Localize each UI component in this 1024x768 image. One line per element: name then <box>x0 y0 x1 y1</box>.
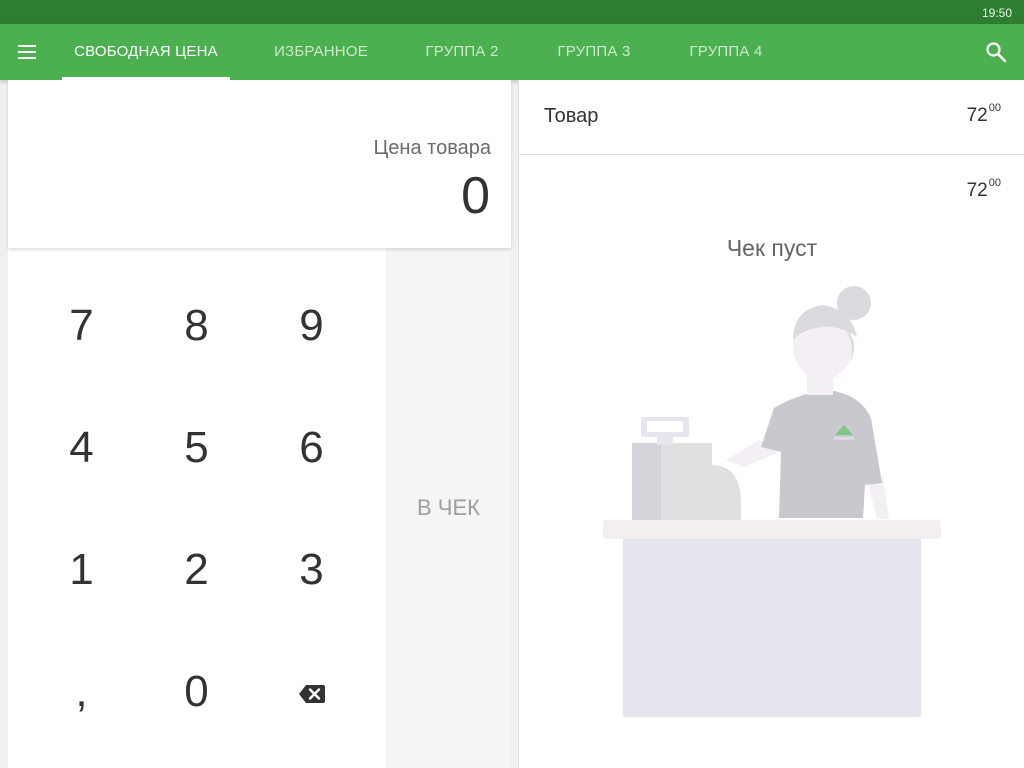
status-time: 19:50 <box>981 6 1012 20</box>
receipt-item-price-frac: 00 <box>988 102 1001 114</box>
key-backspace[interactable] <box>254 631 369 753</box>
search-icon[interactable] <box>984 40 1008 64</box>
key-2[interactable]: 2 <box>139 509 254 631</box>
key-3[interactable]: 3 <box>254 509 369 631</box>
app-bar: СВОБОДНАЯ ЦЕНА ИЗБРАННОЕ ГРУППА 2 ГРУППА… <box>0 24 1024 80</box>
key-6[interactable]: 6 <box>254 387 369 509</box>
status-bar: 19:50 <box>0 0 1024 24</box>
tab-favorites-label: ИЗБРАННОЕ <box>274 43 368 60</box>
key-comma[interactable]: , <box>24 631 139 753</box>
tab-group-2-label: ГРУППА 2 <box>425 43 499 60</box>
tab-group-2[interactable]: ГРУППА 2 <box>412 24 512 80</box>
receipt-item-price-int: 72 <box>966 105 988 126</box>
backspace-icon <box>298 685 325 704</box>
receipt-panel: Товар 7200 7200 Чек пуст <box>518 80 1024 768</box>
tab-free-price[interactable]: СВОБОДНАЯ ЦЕНА <box>62 24 230 80</box>
receipt-item-name: Товар <box>544 105 599 127</box>
key-9[interactable]: 9 <box>254 265 369 387</box>
receipt-item-row[interactable]: Товар 7200 <box>519 80 1024 155</box>
key-7[interactable]: 7 <box>24 265 139 387</box>
empty-receipt-text: Чек пуст <box>726 235 818 261</box>
cashier-illustration <box>603 286 941 717</box>
tab-group-4-label: ГРУППА 4 <box>689 43 763 60</box>
hamburger-menu-icon[interactable] <box>17 43 39 61</box>
price-value: 0 <box>461 167 490 225</box>
free-price-panel: Цена товара 0 7 8 9 4 5 6 1 2 3 , 0 В ЧЕ… <box>8 80 511 768</box>
receipt-total-int: 72 <box>966 180 988 201</box>
receipt-total-frac: 00 <box>988 177 1001 189</box>
key-4[interactable]: 4 <box>24 387 139 509</box>
price-display: Цена товара 0 <box>8 80 511 248</box>
price-label: Цена товара <box>373 137 491 159</box>
key-1[interactable]: 1 <box>24 509 139 631</box>
add-to-check-button[interactable]: В ЧЕК <box>386 248 511 768</box>
key-0[interactable]: 0 <box>139 631 254 753</box>
receipt-item-price: 7200 <box>966 102 1001 127</box>
key-8[interactable]: 8 <box>139 265 254 387</box>
numeric-keypad: 7 8 9 4 5 6 1 2 3 , 0 <box>8 248 386 768</box>
key-5[interactable]: 5 <box>139 387 254 509</box>
receipt-total: 7200 <box>966 177 1001 202</box>
tab-favorites[interactable]: ИЗБРАННОЕ <box>262 24 380 80</box>
tab-group-4[interactable]: ГРУППА 4 <box>676 24 776 80</box>
tab-group-3[interactable]: ГРУППА 3 <box>544 24 644 80</box>
tab-free-price-label: СВОБОДНАЯ ЦЕНА <box>74 43 218 60</box>
tab-group-3-label: ГРУППА 3 <box>557 43 631 60</box>
